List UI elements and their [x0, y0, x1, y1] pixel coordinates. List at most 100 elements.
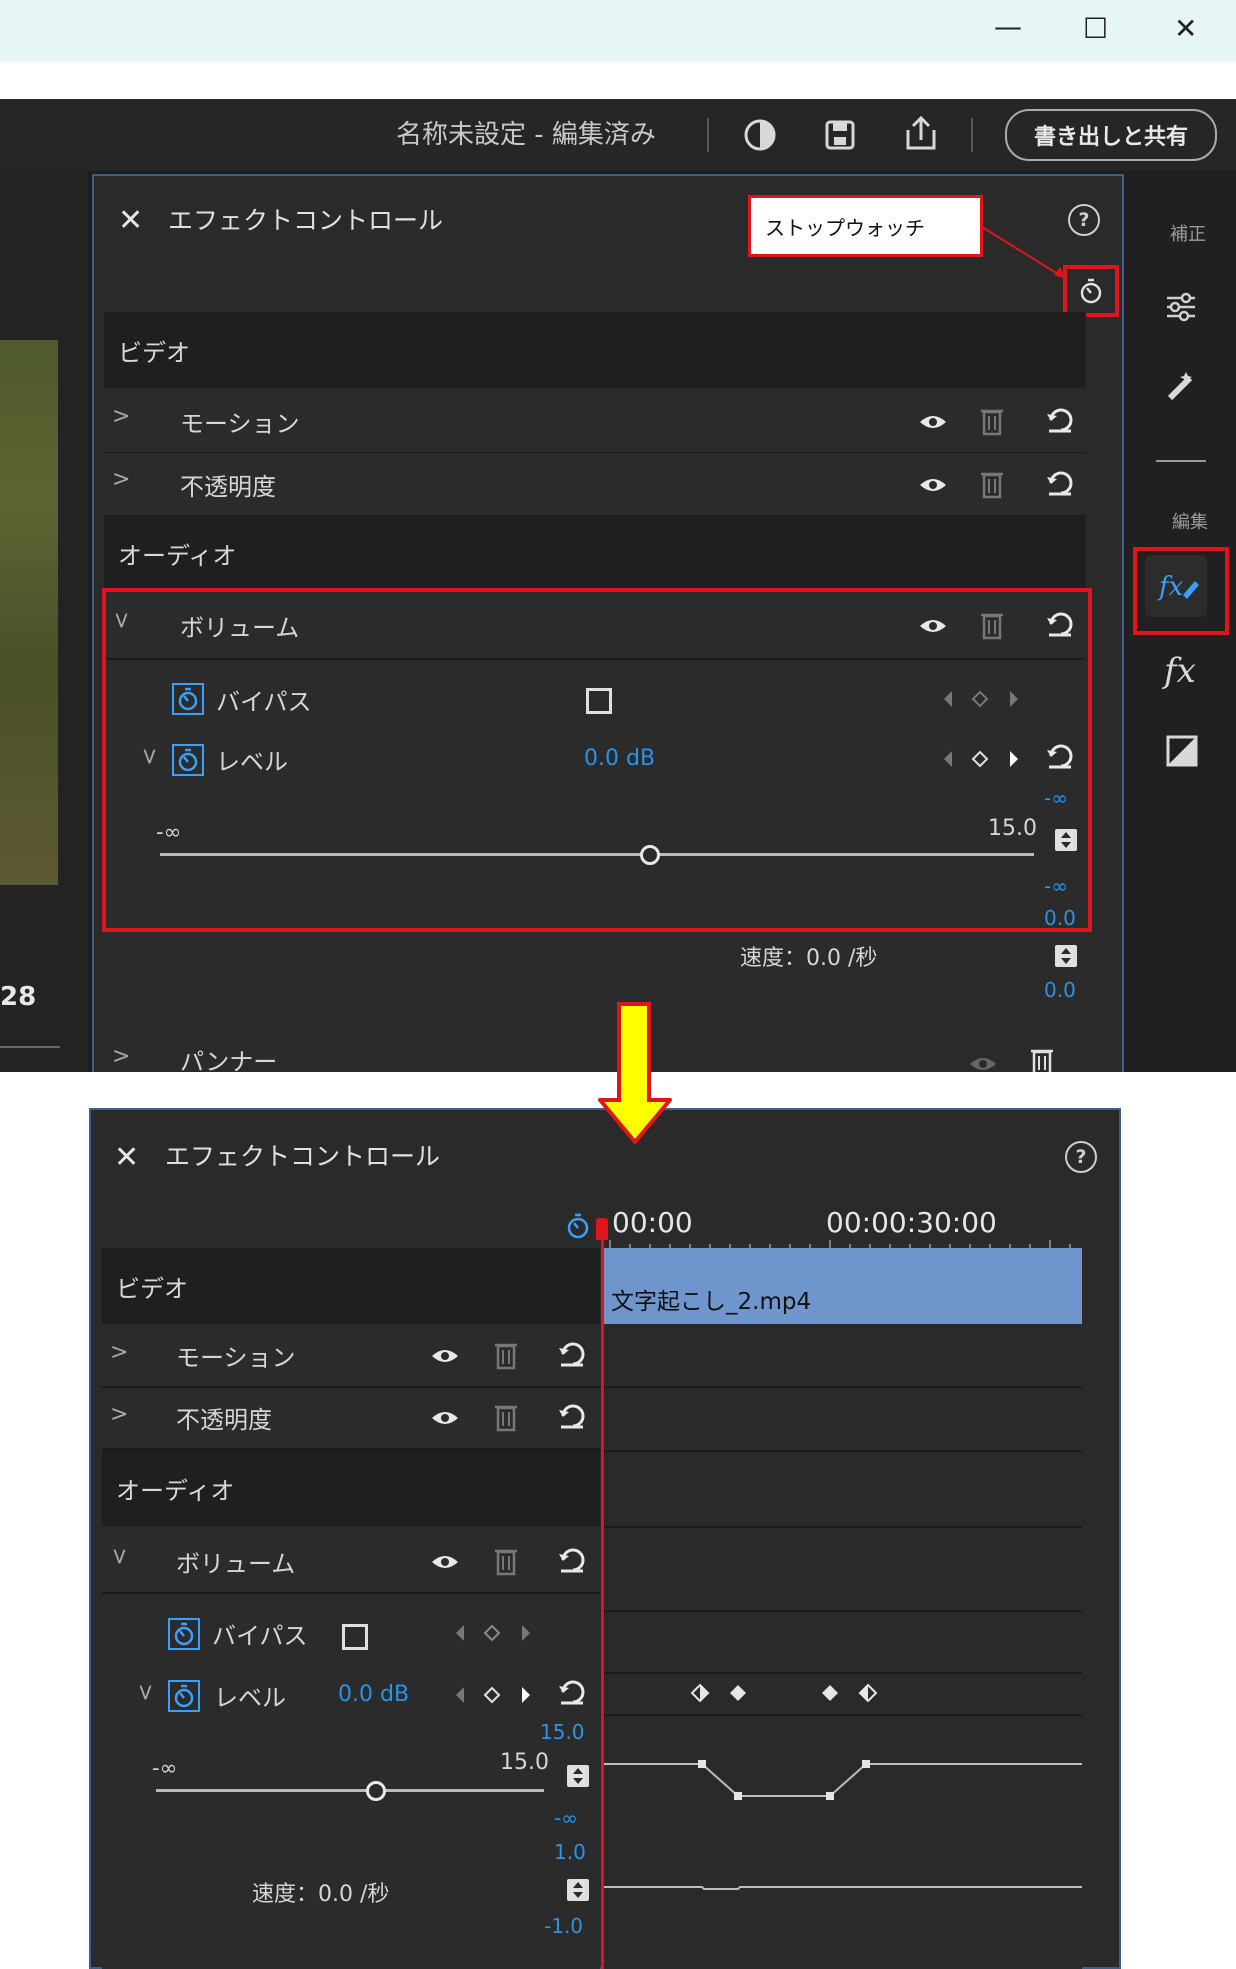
volume-label: ボリューム — [176, 1550, 296, 1578]
maximize-button[interactable]: ☐ — [1083, 12, 1108, 45]
eye-icon[interactable] — [968, 1054, 998, 1072]
stopwatch-icon[interactable] — [564, 1210, 592, 1240]
toolbar-separator — [1156, 460, 1206, 462]
reset-icon[interactable] — [1046, 406, 1074, 434]
volume-row[interactable]: > ボリューム — [102, 1528, 600, 1594]
adjust-sliders-icon[interactable] — [1164, 290, 1198, 324]
video-preview-frame — [0, 340, 58, 885]
trash-icon[interactable] — [494, 1402, 518, 1432]
panner-label: パンナー — [180, 1048, 278, 1072]
color-adjust-icon[interactable] — [1166, 735, 1198, 767]
trash-icon[interactable] — [980, 469, 1004, 499]
audio-section-label: オーディオ — [118, 541, 237, 570]
expand-toggle-icon[interactable] — [1054, 944, 1078, 968]
keyframe-nav-disabled[interactable] — [454, 1622, 532, 1644]
save-icon[interactable] — [824, 119, 856, 151]
help-icon[interactable]: ? — [1068, 204, 1100, 236]
chevron-right-icon[interactable]: > — [112, 467, 130, 492]
trash-icon[interactable] — [494, 1546, 518, 1576]
speed-label: 速度：0.0 /秒 — [252, 1882, 390, 1907]
opacity-row[interactable]: > 不透明度 — [104, 453, 1086, 517]
trash-icon[interactable] — [494, 1340, 518, 1370]
chevron-down-icon[interactable]: > — [107, 1547, 132, 1565]
share-icon[interactable] — [904, 114, 938, 152]
reset-icon[interactable] — [558, 1678, 586, 1706]
timecode-start: 00:00 — [612, 1206, 693, 1239]
clip-name: 文字起こし_2.mp4 — [611, 1289, 812, 1315]
track-divider — [602, 1610, 1082, 1612]
level-curve — [602, 1763, 1082, 1797]
level-slider-knob[interactable] — [366, 1781, 386, 1801]
expand-toggle-icon[interactable] — [566, 1764, 590, 1788]
track-divider — [602, 1450, 1082, 1452]
speed-curve — [602, 1886, 1082, 1890]
level-label: レベル — [214, 1684, 286, 1712]
stopwatch-callout: ストップウォッチ — [748, 195, 983, 257]
fx-icon[interactable]: fx — [1160, 648, 1204, 692]
speed-label: 速度：0.0 /秒 — [740, 946, 878, 971]
speed-row — [104, 932, 1086, 1028]
topbar-divider-2 — [971, 118, 973, 152]
trash-icon[interactable] — [980, 406, 1004, 436]
graph-keyframe — [698, 1760, 706, 1768]
eye-icon[interactable] — [430, 1552, 460, 1572]
trash-icon[interactable] — [1030, 1046, 1054, 1072]
graph-keyframe — [734, 1792, 742, 1800]
correction-label: 補正 — [1170, 224, 1206, 245]
reset-icon[interactable] — [558, 1402, 586, 1430]
opacity-label: 不透明度 — [180, 473, 276, 501]
audio-section-header: オーディオ — [104, 516, 1086, 590]
chevron-down-icon[interactable]: > — [133, 1683, 158, 1701]
eye-icon[interactable] — [430, 1346, 460, 1366]
track-divider — [602, 1526, 1082, 1528]
bypass-checkbox[interactable] — [342, 1624, 368, 1650]
stopwatch-icon[interactable] — [1078, 277, 1104, 305]
contrast-icon[interactable] — [743, 118, 777, 152]
motion-row[interactable]: > モーション — [104, 390, 1086, 454]
expand-toggle-icon[interactable] — [566, 1878, 590, 1902]
clip-bar[interactable]: 文字起こし_2.mp4 — [603, 1248, 1082, 1324]
svg-text:fx: fx — [1161, 651, 1196, 691]
track-divider — [602, 1672, 1082, 1674]
fx-tool-highlight — [1133, 547, 1229, 635]
opacity-label: 不透明度 — [176, 1406, 272, 1434]
audio-section-header: オーディオ — [102, 1450, 600, 1526]
graph-keyframe — [826, 1792, 834, 1800]
close-panel-button[interactable]: ✕ — [118, 203, 143, 238]
reset-icon[interactable] — [558, 1546, 586, 1574]
keyframe-nav[interactable] — [454, 1684, 532, 1706]
stopwatch-toggle-icon[interactable] — [168, 1680, 200, 1712]
window-titlebar — [0, 0, 1236, 61]
video-section-label: ビデオ — [116, 1274, 188, 1303]
stopwatch-toggle-icon[interactable] — [168, 1618, 200, 1650]
playhead-handle[interactable] — [596, 1218, 608, 1240]
opacity-row[interactable]: > 不透明度 — [102, 1388, 600, 1450]
reset-icon[interactable] — [558, 1340, 586, 1368]
minimize-button[interactable]: — — [994, 10, 1022, 43]
scrub-line — [0, 1046, 60, 1048]
panner-row[interactable]: > パンナー — [104, 1030, 1086, 1072]
reset-icon[interactable] — [1046, 469, 1074, 497]
eye-icon[interactable] — [430, 1408, 460, 1428]
close-window-button[interactable]: ✕ — [1174, 12, 1197, 45]
chevron-right-icon[interactable]: > — [110, 1340, 128, 1365]
keyframe-graph[interactable] — [602, 1680, 1082, 1969]
chevron-right-icon[interactable]: > — [110, 1402, 128, 1427]
bypass-label: バイパス — [212, 1622, 308, 1650]
chevron-right-icon[interactable]: > — [112, 404, 130, 429]
volume-highlight — [102, 588, 1092, 932]
eye-icon[interactable] — [918, 475, 948, 495]
graph-min-label: -∞ — [554, 1806, 578, 1830]
magic-wand-icon[interactable] — [1164, 368, 1200, 404]
level-slider-track[interactable] — [156, 1789, 544, 1792]
playhead-line[interactable] — [601, 1222, 604, 1969]
chevron-right-icon[interactable]: > — [112, 1044, 130, 1069]
export-share-button[interactable]: 書き出しと共有 — [1005, 109, 1217, 161]
help-icon[interactable]: ? — [1065, 1141, 1097, 1173]
motion-row[interactable]: > モーション — [102, 1326, 600, 1388]
level-value[interactable]: 0.0 dB — [338, 1682, 409, 1707]
close-panel-button[interactable]: ✕ — [114, 1140, 139, 1175]
eye-icon[interactable] — [918, 412, 948, 432]
ruler-ticks — [609, 1240, 1071, 1248]
window-menu-strip — [0, 61, 1236, 99]
